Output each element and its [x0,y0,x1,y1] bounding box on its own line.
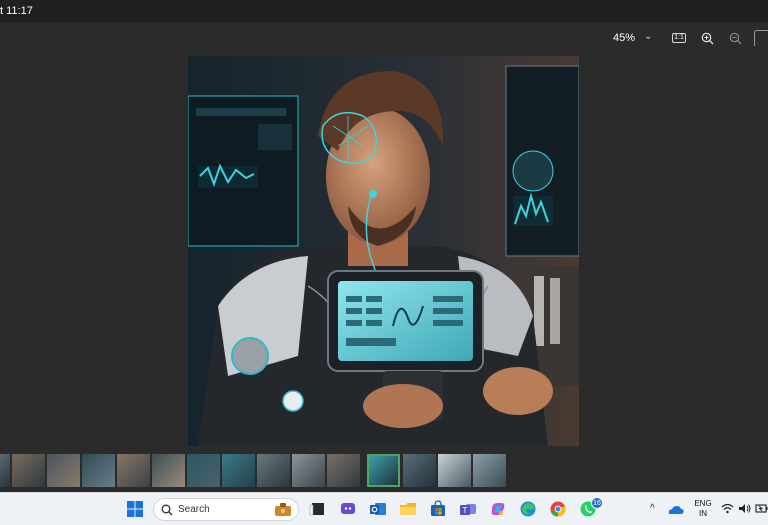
search-highlight-icon [275,503,291,516]
title-bar: t 11:17 [0,0,768,22]
thumbnail[interactable] [0,454,10,487]
file-explorer-icon[interactable] [399,500,417,518]
photo-illustration [188,56,579,446]
microsoft-store-icon[interactable] [429,500,447,518]
windows-start-icon[interactable] [126,500,144,518]
thumbnail[interactable] [187,454,220,487]
terminal-icon[interactable] [309,500,327,518]
thumbnail[interactable] [473,454,506,487]
zoom-level-text[interactable]: 45% [613,32,635,44]
volume-icon[interactable] [738,503,751,514]
taskbar: Search T 16 ^ ENG IN [0,492,768,525]
thumbnail[interactable] [292,454,325,487]
thumbnail[interactable] [82,454,115,487]
thumbnail-selected[interactable] [367,454,400,487]
zoom-dropdown-chevron-icon[interactable]: ⌄ [644,31,652,42]
battery-icon[interactable] [755,503,768,514]
edge-icon[interactable] [519,500,537,518]
thumbnail[interactable] [12,454,45,487]
outlook-icon[interactable] [369,500,387,518]
chrome-icon[interactable] [549,500,567,518]
taskbar-search[interactable]: Search [153,498,299,521]
actual-size-button[interactable]: 1:1 [672,33,686,43]
panel-edge[interactable] [754,30,768,46]
teams-icon[interactable]: T [459,500,477,518]
language-indicator[interactable]: ENG IN [692,499,714,519]
zoom-in-icon[interactable] [699,31,715,45]
window-title: t 11:17 [0,5,33,17]
language-line2: IN [699,509,707,518]
onedrive-icon[interactable] [668,504,684,515]
show-hidden-icons-chevron-icon[interactable]: ^ [650,503,655,514]
search-label: Search [178,504,210,515]
whatsapp-badge: 16 [591,497,603,509]
thumbnail[interactable] [117,454,150,487]
language-line1: ENG [694,499,712,508]
copilot-icon[interactable] [489,500,507,518]
filmstrip[interactable] [0,454,768,488]
thumbnail[interactable] [257,454,290,487]
zoom-out-icon[interactable] [727,31,743,45]
viewer-toolbar: 45% ⌄ 1:1 [0,22,768,54]
copilot-chat-icon[interactable] [339,500,357,518]
thumbnail[interactable] [438,454,471,487]
wifi-icon[interactable] [721,503,734,514]
main-photo[interactable] [188,56,579,446]
thumbnail[interactable] [152,454,185,487]
thumbnail[interactable] [47,454,80,487]
thumbnail[interactable] [222,454,255,487]
thumbnail[interactable] [403,454,436,487]
thumbnail[interactable] [327,454,360,487]
svg-text:T: T [462,506,468,515]
search-icon [161,504,173,516]
